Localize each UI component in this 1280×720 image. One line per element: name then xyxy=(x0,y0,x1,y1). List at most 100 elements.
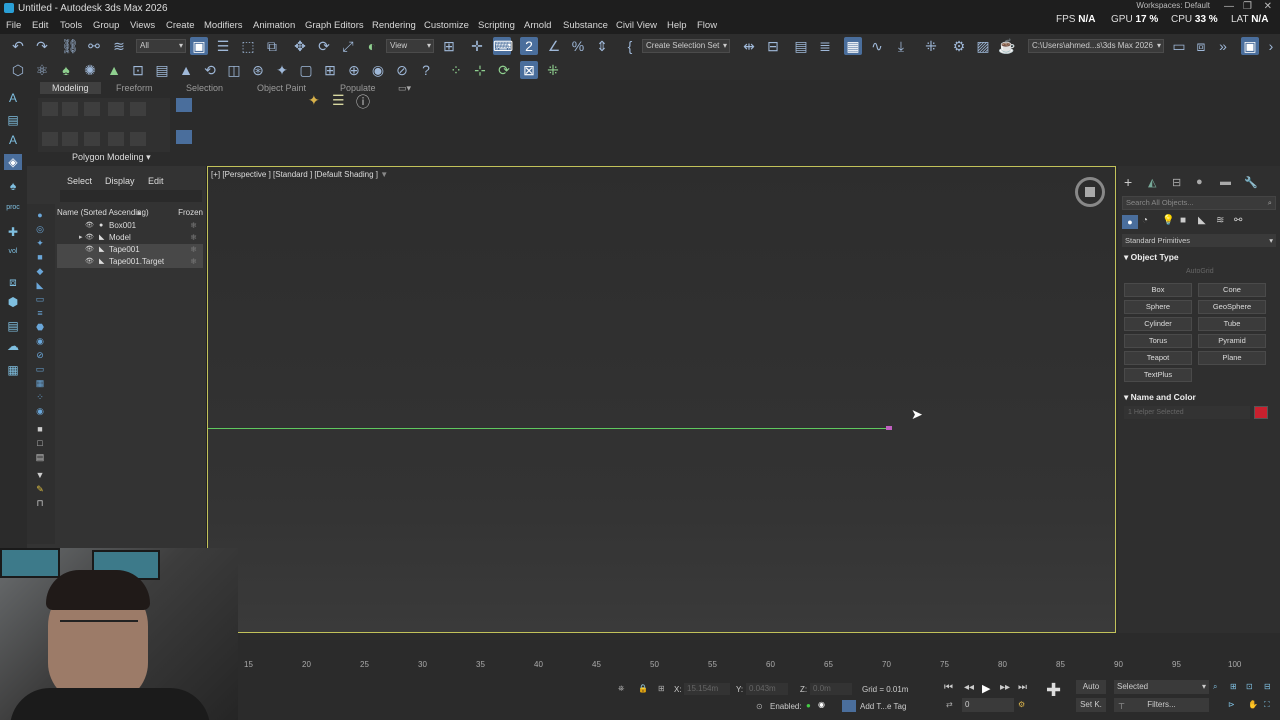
ribbon-button-9[interactable] xyxy=(108,132,124,146)
z-coord-field[interactable]: 0.0m xyxy=(810,683,852,695)
redo-icon[interactable]: ↷ xyxy=(33,37,51,55)
key-filter-dropdown[interactable]: Selected ▾ xyxy=(1114,680,1209,694)
scene-explorer-tab-edit[interactable]: Edit xyxy=(148,176,164,186)
ribbon-button-6[interactable] xyxy=(42,132,58,146)
strip-icon-10[interactable]: ☁ xyxy=(4,338,22,354)
menu-edit[interactable]: Edit xyxy=(32,20,48,31)
primitive-category-dropdown[interactable]: Standard Primitives ▾ xyxy=(1122,234,1276,247)
motion-tab-icon[interactable]: ● xyxy=(1196,176,1203,188)
turntable-icon[interactable]: ⟲ xyxy=(201,61,219,79)
selection-lock-icon[interactable]: ⛯ xyxy=(618,684,624,694)
frozen-toggle-icon[interactable]: ❄ xyxy=(190,256,197,268)
ribbon-button-10[interactable] xyxy=(130,132,146,146)
polygon-modeling-label[interactable]: Polygon Modeling ▾ xyxy=(72,152,151,163)
zoom-extents-all-icon[interactable]: ⊟ xyxy=(1264,682,1271,691)
filter-frozen-icon[interactable]: ▭ xyxy=(34,364,46,375)
viewport-label[interactable]: [+] [Perspective ] [Standard ] [Default … xyxy=(211,170,388,179)
ribbon-button-7[interactable] xyxy=(62,132,78,146)
visibility-eye-icon[interactable]: 👁 xyxy=(85,256,94,268)
cube-tool-icon[interactable]: ◫ xyxy=(225,61,243,79)
link-icon[interactable]: ⛓ xyxy=(61,37,79,55)
menu-rendering[interactable]: Rendering xyxy=(372,20,416,31)
grid-snap-icon[interactable]: ⊕ xyxy=(345,61,363,79)
menu-group[interactable]: Group xyxy=(93,20,119,31)
pivot-center-icon[interactable]: ⊞ xyxy=(440,37,458,55)
render-frame-icon[interactable]: ⊡ xyxy=(129,61,147,79)
primitive-button-plane[interactable]: Plane xyxy=(1198,351,1266,365)
filter-layer-icon[interactable]: ⊓ xyxy=(34,498,46,509)
select-manipulate-icon[interactable]: ✛ xyxy=(468,37,486,55)
y-coord-field[interactable]: 0.043m xyxy=(746,683,788,695)
filter-groups-icon[interactable]: ▭ xyxy=(34,294,46,305)
ribbon-tab-selection[interactable]: Selection xyxy=(186,83,223,93)
selection-set-dropdown[interactable]: Create Selection Set xyxy=(642,39,730,53)
snap-rotate-icon[interactable]: ⟳ xyxy=(495,61,513,79)
strip-icon-proc[interactable]: proc xyxy=(4,200,22,216)
time-config-icon[interactable]: ⚙ xyxy=(1018,700,1025,709)
script-listener-icon[interactable]: ⊙ xyxy=(756,702,763,711)
snap-points-icon[interactable]: ⁘ xyxy=(447,61,465,79)
project-folder-icon[interactable]: ▭ xyxy=(1170,37,1188,55)
spacewarps-category-icon[interactable]: ≋ xyxy=(1216,215,1224,226)
strip-icon-8[interactable]: ⬢ xyxy=(4,294,22,310)
paint-icon[interactable]: ♠ xyxy=(57,61,75,79)
strip-icon-1[interactable]: A xyxy=(4,90,22,106)
overflow-icon[interactable]: › xyxy=(1262,37,1280,55)
angle-snap-icon[interactable]: ∠ xyxy=(545,37,563,55)
zoom-icon[interactable]: ⌕ xyxy=(1213,682,1217,692)
unlink-icon[interactable]: ⚯ xyxy=(85,37,103,55)
strip-icon-11[interactable]: ▦ xyxy=(4,362,22,378)
ribbon-button-1[interactable] xyxy=(42,102,58,116)
bind-space-warp-icon[interactable]: ≋ xyxy=(110,37,128,55)
column-name-header[interactable]: Name (Sorted Ascending) xyxy=(57,208,149,217)
workspace-layout-icon[interactable]: ▣ xyxy=(1241,37,1259,55)
menu-tools[interactable]: Tools xyxy=(60,20,82,31)
strip-icon-7[interactable]: ⧈ xyxy=(4,274,22,290)
goto-start-icon[interactable]: ⏮ xyxy=(944,682,953,693)
rotate-icon[interactable]: ⟳ xyxy=(315,37,333,55)
lights-category-icon[interactable]: 💡 xyxy=(1162,215,1174,226)
select-by-name-icon[interactable]: ☰ xyxy=(214,37,232,55)
filter-xrefs-icon[interactable]: ≡ xyxy=(34,308,46,319)
percent-snap-icon[interactable]: % xyxy=(569,37,587,55)
list-icon[interactable]: ☰ xyxy=(332,92,345,109)
ribbon-help-icon[interactable]: ⓘ xyxy=(356,92,370,112)
filter-lights-icon[interactable]: ✦ xyxy=(34,238,46,249)
render-region-icon[interactable]: ⊞ xyxy=(321,61,339,79)
autogrid-checkbox[interactable]: AutoGrid xyxy=(1186,268,1214,275)
menu-create[interactable]: Create xyxy=(166,20,195,31)
play-icon[interactable]: ▶ xyxy=(982,682,990,695)
set-key-button[interactable]: Set K. xyxy=(1076,698,1106,712)
menu-arnold[interactable]: Arnold xyxy=(524,20,551,31)
scene-explorer-toggle-icon[interactable]: ▤ xyxy=(792,37,810,55)
spinner-snap-icon[interactable]: ⇕ xyxy=(593,37,611,55)
auto-key-button[interactable]: Auto xyxy=(1076,680,1106,694)
hierarchy-tab-icon[interactable]: ⊟ xyxy=(1172,176,1181,189)
frozen-toggle-icon[interactable]: ❄ xyxy=(190,232,197,244)
render-setup-icon[interactable]: ⚙ xyxy=(950,37,968,55)
filter-square2-icon[interactable]: □ xyxy=(34,438,46,449)
scene-row-tape001-target[interactable]: 👁 ◣ Tape001.Target ❄ xyxy=(57,256,203,268)
cameras-category-icon[interactable]: ■ xyxy=(1180,215,1186,226)
object-color-swatch[interactable] xyxy=(1254,406,1268,419)
lock-icon[interactable]: 🔒 xyxy=(638,684,648,693)
graphite-tool-icon[interactable]: ⚛ xyxy=(33,61,51,79)
primitive-button-geosphere[interactable]: GeoSphere xyxy=(1198,300,1266,314)
primitive-button-pyramid[interactable]: Pyramid xyxy=(1198,334,1266,348)
ribbon-tab-freeform[interactable]: Freeform xyxy=(116,83,153,93)
ribbon-tab-modeling[interactable]: Modeling xyxy=(40,82,101,94)
geometry-category-icon[interactable]: ● xyxy=(1122,215,1138,229)
placement-icon[interactable]: ◐ xyxy=(363,37,381,55)
globe-tool-icon[interactable]: ⊛ xyxy=(249,61,267,79)
render-production-icon[interactable]: ☕ xyxy=(998,37,1016,55)
frozen-toggle-icon[interactable]: ❄ xyxy=(190,244,197,256)
populate-icon[interactable]: ✦ xyxy=(308,92,320,109)
zoom-all-icon[interactable]: ⊞ xyxy=(1230,682,1237,691)
strip-icon-vol[interactable]: vol xyxy=(4,244,22,260)
ribbon-button-4[interactable] xyxy=(108,102,124,116)
menu-graph-editors[interactable]: Graph Editors xyxy=(305,20,364,31)
frame-icon[interactable]: ▢ xyxy=(297,61,315,79)
strip-icon-5[interactable]: ♠ xyxy=(4,178,22,194)
absolute-mode-icon[interactable]: ⊞ xyxy=(658,684,665,693)
more-tools-icon[interactable]: » xyxy=(1214,37,1232,55)
